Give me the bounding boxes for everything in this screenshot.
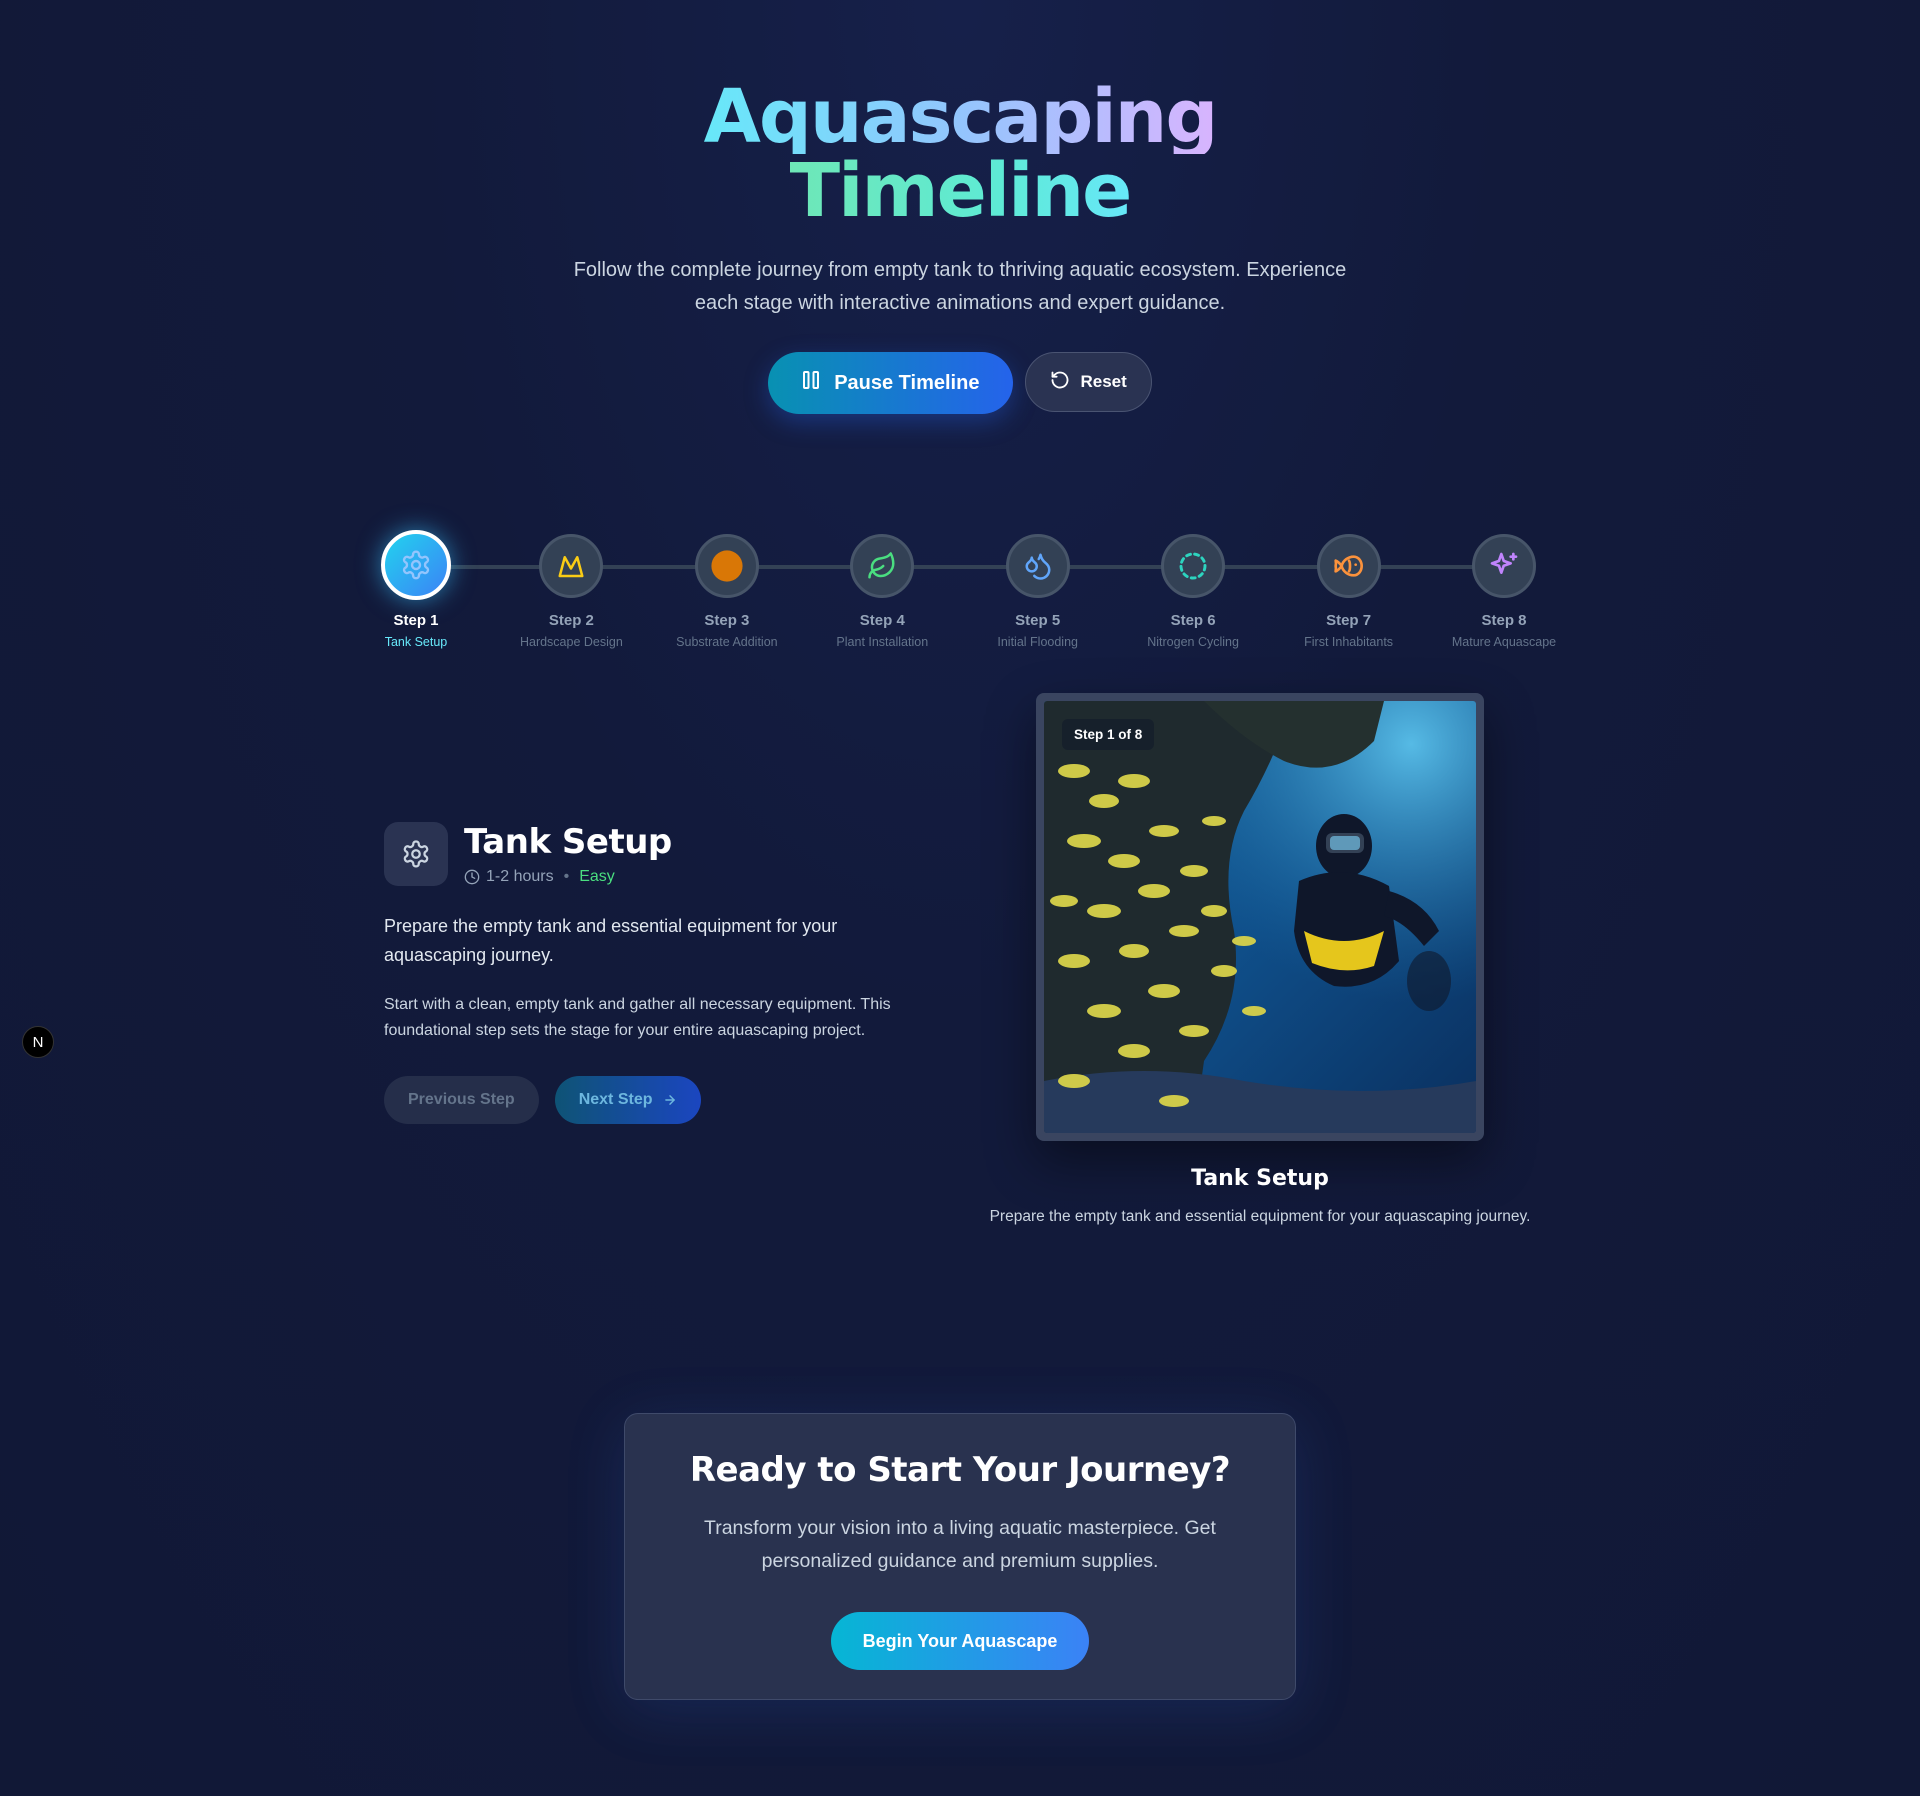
reset-button[interactable]: Reset — [1025, 352, 1152, 412]
fish-icon — [1333, 555, 1363, 577]
timeline-step-3[interactable]: Step 3 Substrate Addition — [647, 530, 807, 649]
timeline-step-6[interactable]: Step 6 Nitrogen Cycling — [1113, 530, 1273, 649]
begin-aquascape-button[interactable]: Begin Your Aquascape — [830, 1612, 1090, 1670]
underwater-diver-image — [1044, 701, 1476, 1133]
next-step-label: Next Step — [578, 1091, 653, 1108]
page-title-line2: Timeline — [789, 148, 1133, 234]
hero-subtitle: Follow the complete journey from empty t… — [573, 259, 1347, 314]
step-3-circle — [694, 534, 759, 598]
step-1-name: Tank Setup — [384, 635, 448, 649]
reset-icon — [1050, 370, 1070, 395]
step-3-number: Step 3 — [704, 612, 750, 629]
step-navigation: Previous Step Next Step — [384, 1076, 924, 1124]
clock-icon — [464, 869, 480, 885]
sparkles-icon — [1490, 552, 1518, 574]
step-5-number: Step 5 — [1015, 612, 1061, 629]
hero-controls: Pause Timeline Reset — [0, 352, 1920, 414]
cta-text: Transform your vision into a living aqua… — [704, 1517, 1216, 1572]
step-counter-badge: Step 1 of 8 — [1062, 719, 1155, 750]
detail-description: Prepare the empty tank and essential equ… — [384, 916, 838, 965]
timeline-step-7[interactable]: Step 7 First Inhabitants — [1269, 530, 1429, 649]
next-step-button[interactable]: Next Step — [554, 1076, 701, 1124]
step-7-circle — [1316, 534, 1381, 598]
step-image-card: Step 1 of 8 — [1036, 693, 1484, 1141]
step-8-circle — [1472, 534, 1536, 598]
detail-duration: 1-2 hours — [486, 868, 554, 885]
pause-timeline-label: Pause Timeline — [834, 371, 980, 394]
image-caption: Tank Setup Prepare the empty tank and es… — [980, 1166, 1540, 1229]
timeline-step-2[interactable]: Step 2 Hardscape Design — [491, 530, 651, 649]
caption-description: Prepare the empty tank and essential equ… — [989, 1208, 1531, 1225]
detail-title: Tank Setup — [464, 822, 672, 862]
timeline-step-5[interactable]: Step 5 Initial Flooding — [958, 530, 1118, 649]
step-6-number: Step 6 — [1170, 612, 1216, 629]
meta-separator: • — [563, 868, 570, 885]
pause-timeline-button[interactable]: Pause Timeline — [768, 352, 1014, 414]
step-5-circle — [1005, 534, 1070, 598]
detail-difficulty: Easy — [579, 868, 615, 885]
detail-header: Tank Setup 1-2 hours • Easy — [384, 822, 924, 886]
page-title-line1: Aquascaping — [703, 74, 1219, 160]
step-2-number: Step 2 — [548, 612, 594, 629]
caption-title: Tank Setup — [1191, 1166, 1329, 1191]
step-4-number: Step 4 — [859, 612, 905, 629]
step-8-name: Mature Aquascape — [1451, 635, 1557, 649]
timeline-step-4[interactable]: Step 4 Plant Installation — [802, 530, 962, 649]
step-2-name: Hardscape Design — [519, 635, 623, 649]
reset-label: Reset — [1080, 372, 1127, 391]
cta-card: Ready to Start Your Journey? Transform y… — [624, 1413, 1296, 1700]
droplets-icon — [1025, 553, 1051, 580]
step-image: Step 1 of 8 — [1044, 701, 1476, 1133]
step-4-name: Plant Installation — [836, 635, 929, 649]
timeline-steps: Step 1 Tank Setup Step 2 Hardscape Desig… — [381, 530, 1556, 660]
step-7-number: Step 7 — [1326, 612, 1372, 629]
gear-icon — [402, 550, 430, 580]
step-8-number: Step 8 — [1481, 612, 1527, 629]
step-detail-panel: Tank Setup 1-2 hours • Easy Prepare the … — [384, 822, 924, 1124]
step-6-name: Nitrogen Cycling — [1147, 635, 1239, 649]
hero-section: Aquascaping Timeline Follow the complete… — [0, 80, 1920, 414]
arrow-right-icon — [664, 1095, 675, 1105]
cycle-icon — [1179, 552, 1207, 580]
mountain-icon — [558, 556, 584, 578]
pause-icon — [802, 370, 820, 396]
circle-icon — [711, 550, 743, 582]
step-5-name: Initial Flooding — [997, 635, 1078, 649]
previous-step-button[interactable]: Previous Step — [384, 1076, 539, 1124]
leaf-icon — [868, 552, 895, 579]
step-2-circle — [539, 534, 604, 598]
cta-title: Ready to Start Your Journey? — [689, 1450, 1231, 1490]
step-6-circle — [1161, 534, 1226, 598]
detail-gear-icon — [384, 822, 448, 886]
step-1-number: Step 1 — [393, 612, 439, 629]
dev-indicator-badge[interactable]: N — [22, 1026, 54, 1058]
timeline-step-8[interactable]: Step 8 Mature Aquascape — [1424, 530, 1584, 649]
step-4-circle — [850, 534, 915, 598]
step-3-name: Substrate Addition — [676, 635, 778, 649]
detail-meta: 1-2 hours • Easy — [464, 868, 672, 886]
timeline-step-1[interactable]: Step 1 Tank Setup — [336, 530, 496, 649]
step-1-circle — [381, 530, 451, 600]
detail-long-description: Start with a clean, empty tank and gathe… — [384, 996, 891, 1039]
step-7-name: First Inhabitants — [1304, 635, 1394, 649]
